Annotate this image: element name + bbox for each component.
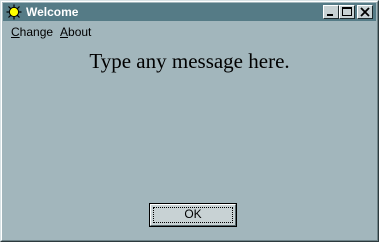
menu-change-mnemonic: C (11, 25, 20, 39)
sun-icon[interactable] (6, 4, 22, 20)
close-icon (360, 7, 370, 17)
menu-about-rest: bout (68, 25, 92, 39)
menu-change[interactable]: Change (11, 24, 53, 40)
app-window: Welcome Change About Type any message he… (0, 0, 379, 242)
minimize-icon (327, 14, 333, 16)
ok-button-label: OK (184, 207, 202, 221)
maximize-icon (342, 7, 352, 16)
menu-change-rest: hange (19, 25, 54, 39)
minimize-button[interactable] (323, 5, 339, 19)
title-bar[interactable]: Welcome (3, 3, 376, 21)
maximize-button[interactable] (339, 5, 355, 19)
ok-button[interactable]: OK (149, 203, 237, 227)
menu-about-mnemonic: A (60, 25, 69, 39)
window-title: Welcome (26, 5, 79, 19)
menu-about[interactable]: About (60, 24, 91, 40)
message-text: Type any message here. (89, 49, 290, 73)
close-button[interactable] (357, 5, 373, 19)
menu-bar: Change About (3, 22, 376, 42)
